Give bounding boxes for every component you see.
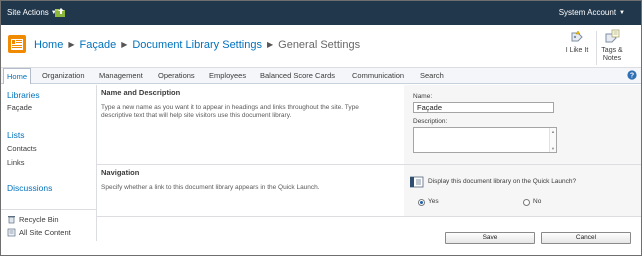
user-account-label: System Account [558, 8, 617, 17]
tab-communication[interactable]: Communication [352, 68, 404, 83]
top-bar: Site Actions ▼ System Account ▼ [1, 1, 641, 25]
site-actions-label: Site Actions [7, 8, 49, 17]
ql-item-contacts[interactable]: Contacts [7, 144, 37, 153]
section-title: Navigation [101, 168, 140, 177]
tab-balanced-score-cards[interactable]: Balanced Score Cards [260, 68, 335, 83]
recycle-bin-label: Recycle Bin [19, 215, 59, 224]
tags-notes-label-line2: Notes [602, 55, 622, 62]
navigation-section: Navigation Specify whether a link to thi… [97, 165, 641, 217]
user-account-menu[interactable]: System Account ▼ [559, 8, 625, 17]
tab-operations[interactable]: Operations [158, 68, 195, 83]
site-content-icon [7, 228, 16, 237]
description-label: Description: [413, 118, 448, 125]
breadcrumb-home[interactable]: Home [34, 39, 63, 51]
title-area: Home ▶ Façade ▶ Document Library Settings ▶ Ge… [1, 25, 641, 68]
like-tag-icon [571, 30, 583, 42]
section-description: Type a new name as you want it to appear… [101, 104, 359, 119]
i-like-it-label: I Like It [565, 47, 589, 54]
navigate-up-icon[interactable] [55, 7, 65, 17]
ql-heading-lists[interactable]: Lists [7, 130, 24, 140]
scroll-down-icon[interactable]: ▼ [551, 146, 555, 151]
all-site-content-label: All Site Content [19, 228, 71, 237]
breadcrumb-library[interactable]: Façade [80, 39, 117, 51]
navigation-controls: Display this document library on the Qui… [404, 165, 641, 216]
breadcrumb-separator-icon: ▶ [68, 40, 75, 49]
quick-launch-yes-radio[interactable] [418, 199, 425, 206]
description-field[interactable]: ▲ ▼ [413, 127, 557, 153]
help-icon[interactable]: ? [627, 70, 637, 80]
breadcrumb-current: General Settings [278, 39, 361, 51]
breadcrumb-separator-icon: ▶ [121, 40, 128, 49]
breadcrumb: Home ▶ Façade ▶ Document Library Settings ▶ Ge… [34, 39, 360, 51]
page-frame: Site Actions ▼ System Account ▼ Home ▶ Façad… [0, 0, 642, 256]
tags-notes-label-line1: Tags & [601, 47, 623, 54]
display-on-quick-launch-label: Display this document library on the Qui… [428, 178, 577, 185]
site-logo-icon[interactable] [8, 35, 26, 53]
svg-text:?: ? [630, 73, 634, 80]
ql-item-links[interactable]: Links [7, 158, 25, 167]
name-description-info: Name and Description Type a new name as … [97, 85, 404, 164]
i-like-it-button[interactable]: I Like It [560, 29, 594, 55]
tab-search[interactable]: Search [420, 68, 444, 83]
tags-notes-icon [605, 29, 620, 43]
section-description: Specify whether a link to this document … [101, 184, 320, 191]
section-title: Name and Description [101, 88, 181, 97]
quick-launch-yes-label: Yes [428, 198, 439, 205]
name-label: Name: [413, 93, 433, 100]
quick-launch-no-label: No [533, 198, 542, 205]
site-actions-menu[interactable]: Site Actions ▼ [7, 8, 57, 17]
tags-notes-button[interactable]: Tags & Notes [595, 29, 629, 63]
all-site-content-link[interactable]: All Site Content [7, 228, 71, 237]
save-button[interactable]: Save [445, 232, 535, 244]
quick-launch-icon [410, 176, 424, 188]
ql-heading-libraries[interactable]: Libraries [7, 90, 40, 100]
breadcrumb-separator-icon: ▶ [266, 40, 274, 49]
ql-item-facade[interactable]: Façade [7, 103, 32, 112]
ql-bottom-links: Recycle Bin All Site Content [1, 209, 96, 241]
recycle-bin-icon [8, 216, 15, 224]
quick-launch: Libraries Façade Lists Contacts Links Di… [1, 85, 97, 241]
tab-home[interactable]: Home [3, 68, 32, 84]
ql-heading-discussions[interactable]: Discussions [7, 183, 52, 193]
chevron-down-icon: ▼ [619, 10, 625, 16]
name-description-section: Name and Description Type a new name as … [97, 85, 641, 165]
name-field[interactable]: Façade [413, 102, 554, 113]
breadcrumb-library-settings[interactable]: Document Library Settings [132, 39, 262, 51]
cancel-button[interactable]: Cancel [541, 232, 631, 244]
tab-employees[interactable]: Employees [209, 68, 246, 83]
scroll-up-icon[interactable]: ▲ [551, 129, 555, 134]
name-description-controls: Name: Façade Description: ▲ ▼ [404, 85, 641, 164]
tab-organization[interactable]: Organization [42, 68, 85, 83]
recycle-bin-link[interactable]: Recycle Bin [7, 215, 59, 224]
settings-form: Name and Description Type a new name as … [97, 85, 641, 225]
top-navigation: Home Organization Management Operations … [1, 68, 641, 84]
description-scrollbar[interactable]: ▲ ▼ [549, 128, 556, 152]
navigation-info: Navigation Specify whether a link to thi… [97, 165, 404, 216]
tab-management[interactable]: Management [99, 68, 143, 83]
quick-launch-no-radio[interactable] [523, 199, 530, 206]
